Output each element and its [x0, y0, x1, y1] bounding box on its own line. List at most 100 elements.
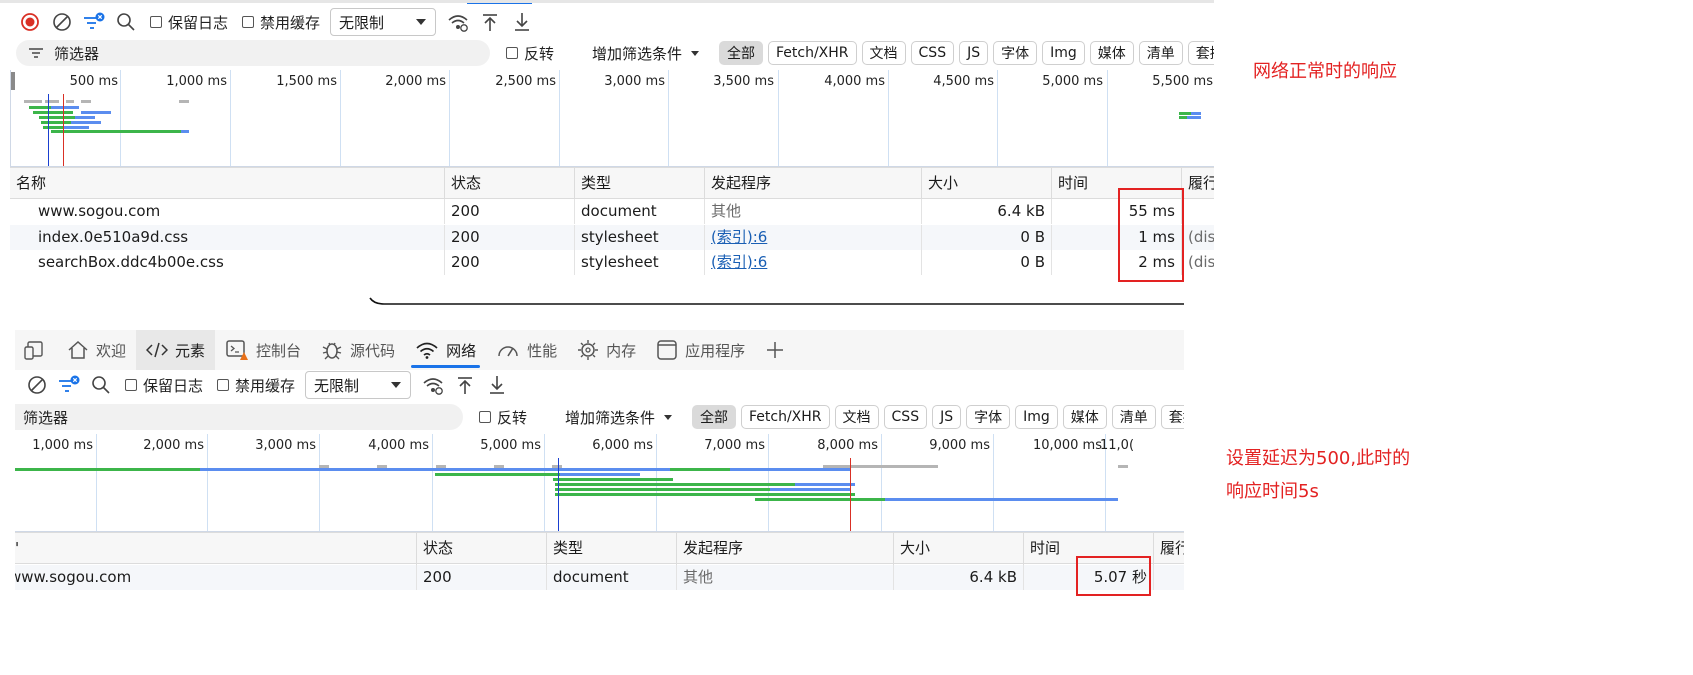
chip-media[interactable]: 媒体	[1062, 405, 1107, 429]
chip-socket[interactable]: 套接字	[1187, 41, 1214, 65]
chip-all[interactable]: 全部	[719, 41, 763, 65]
column-type[interactable]: 类型	[546, 533, 676, 565]
tab-device-toolbar[interactable]	[15, 330, 57, 370]
chip-fetch-xhr[interactable]: Fetch/XHR	[741, 405, 830, 429]
column-size[interactable]: 大小	[893, 533, 1023, 565]
overview-scroll-handle[interactable]	[11, 72, 15, 90]
checkbox-box[interactable]	[125, 379, 137, 391]
chip-css[interactable]: CSS	[883, 405, 928, 429]
preserve-log-checkbox[interactable]: 保留日志	[150, 12, 228, 33]
tick-line	[449, 70, 450, 166]
overview-bar	[181, 130, 189, 133]
network-overview[interactable]: 1,000 ms 2,000 ms 3,000 ms 4,000 ms 5,00…	[15, 434, 1184, 532]
invert-checkbox[interactable]: 反转	[506, 43, 554, 64]
chip-doc[interactable]: 文档	[861, 41, 906, 65]
overview-bar	[179, 100, 189, 103]
filter-input[interactable]: 筛选器	[16, 40, 490, 66]
disable-cache-checkbox[interactable]: 禁用缓存	[242, 12, 320, 33]
filter-icon[interactable]	[53, 369, 85, 401]
column-name[interactable]: 名称	[10, 168, 444, 200]
column-size[interactable]: 大小	[921, 168, 1051, 200]
cell-fulfilled: (disk	[1181, 250, 1214, 275]
tab-elements[interactable]: 元素	[136, 330, 216, 370]
chip-doc[interactable]: 文档	[834, 405, 879, 429]
chip-js[interactable]: JS	[959, 41, 989, 65]
tab-application[interactable]: 应用程序	[646, 330, 755, 370]
network-overview[interactable]: 500 ms 1,000 ms 1,500 ms 2,000 ms 2,500 …	[10, 70, 1214, 167]
table-row[interactable]: www.sogou.com 200 document 其他 6.4 kB 5.0…	[15, 565, 1184, 590]
checkbox-box[interactable]	[479, 411, 491, 423]
column-name[interactable]: '	[15, 533, 416, 565]
preserve-log-checkbox[interactable]: 保留日志	[125, 375, 203, 396]
chip-fetch-xhr[interactable]: Fetch/XHR	[768, 41, 857, 65]
chevron-down-icon	[391, 382, 402, 388]
column-type[interactable]: 类型	[574, 168, 704, 200]
column-status[interactable]: 状态	[444, 168, 574, 200]
checkbox-box[interactable]	[242, 16, 255, 28]
column-fulfilled[interactable]: 履行	[1153, 533, 1184, 565]
overview-bar	[1191, 112, 1201, 115]
overview-bar	[71, 121, 101, 124]
disable-cache-checkbox[interactable]: 禁用缓存	[217, 375, 295, 396]
upload-icon[interactable]	[474, 6, 506, 38]
tab-add-more[interactable]	[755, 330, 795, 370]
checkbox-box[interactable]	[217, 379, 230, 391]
chip-manifest[interactable]: 清单	[1111, 405, 1156, 429]
tab-performance[interactable]: 性能	[486, 330, 567, 370]
tick-label: 5,000 ms	[480, 438, 541, 453]
download-icon[interactable]	[506, 6, 538, 38]
upload-icon[interactable]	[449, 369, 481, 401]
checkbox-box[interactable]	[150, 16, 162, 28]
throttle-select[interactable]: 无限制	[305, 371, 412, 399]
chip-img[interactable]: Img	[1042, 41, 1085, 65]
more-filters-dropdown[interactable]: 增加筛选条件	[565, 405, 673, 429]
overview-bar	[885, 498, 1118, 501]
tab-sources[interactable]: 源代码	[311, 330, 405, 370]
tab-console[interactable]: 控制台	[215, 330, 311, 370]
record-stop-icon[interactable]	[14, 6, 46, 38]
highlight-time-bottom	[1076, 556, 1151, 596]
search-icon[interactable]	[110, 6, 142, 38]
column-initiator[interactable]: 发起程序	[676, 533, 893, 565]
column-initiator[interactable]: 发起程序	[704, 168, 921, 200]
throttle-select[interactable]: 无限制	[330, 8, 437, 36]
table-row[interactable]: searchBox.ddc4b00e.css 200 stylesheet (索…	[10, 250, 1214, 275]
network-toolbar: 保留日志 禁用缓存 无限制	[15, 365, 513, 405]
chip-font[interactable]: 字体	[993, 41, 1038, 65]
network-conditions-icon[interactable]	[417, 369, 449, 401]
filter-icon[interactable]	[78, 6, 110, 38]
chip-all[interactable]: 全部	[692, 405, 736, 429]
more-filters-dropdown[interactable]: 增加筛选条件	[592, 41, 700, 65]
clear-icon[interactable]	[21, 369, 53, 401]
filter-placeholder: 筛选器	[54, 44, 100, 63]
overview-bar	[63, 126, 89, 129]
tab-memory[interactable]: 内存	[567, 330, 646, 370]
chip-css[interactable]: CSS	[910, 41, 955, 65]
column-fulfilled[interactable]: 履行	[1181, 168, 1214, 200]
chip-img[interactable]: Img	[1015, 405, 1058, 429]
table-row[interactable]: index.0e510a9d.css 200 stylesheet (索引):6…	[10, 225, 1214, 250]
chip-font[interactable]: 字体	[966, 405, 1011, 429]
checkbox-box[interactable]	[506, 47, 518, 59]
overview-bar	[755, 498, 885, 501]
cell-initiator-link[interactable]: (索引):6	[704, 250, 921, 275]
clear-icon[interactable]	[46, 6, 78, 38]
download-icon[interactable]	[481, 369, 513, 401]
cell-initiator-link[interactable]: (索引):6	[704, 225, 921, 250]
chip-socket[interactable]: 套接字	[1160, 405, 1184, 429]
network-conditions-icon[interactable]	[442, 6, 474, 38]
overview-bar	[795, 483, 855, 486]
chip-media[interactable]: 媒体	[1089, 41, 1134, 65]
tick-label: 11,0(	[1100, 438, 1135, 453]
filter-input[interactable]: 筛选器	[15, 404, 463, 430]
overview-bar	[553, 478, 673, 481]
tab-welcome[interactable]: 欢迎	[57, 330, 136, 370]
column-status[interactable]: 状态	[416, 533, 546, 565]
chip-manifest[interactable]: 清单	[1138, 41, 1183, 65]
tab-network[interactable]: 网络	[405, 330, 486, 370]
tick-line	[230, 70, 231, 166]
table-row[interactable]: www.sogou.com 200 document 其他 6.4 kB 55 …	[10, 199, 1214, 224]
chip-js[interactable]: JS	[932, 405, 962, 429]
invert-checkbox[interactable]: 反转	[479, 407, 527, 428]
search-icon[interactable]	[85, 369, 117, 401]
